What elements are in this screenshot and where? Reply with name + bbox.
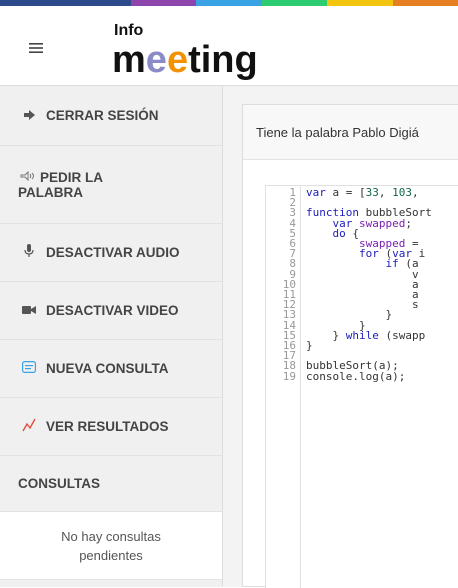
poll-icon [18, 361, 40, 376]
sidebar-item-label: PALABRA [18, 184, 83, 200]
chart-line-icon [18, 418, 40, 435]
code-editor[interactable]: 1 var a = [33, 103, 2 3 function bubbleSort… [265, 185, 458, 588]
microphone-icon [18, 244, 40, 261]
sidebar-item-label: DESACTIVAR AUDIO [46, 245, 180, 260]
speaker-panel: Tiene la palabra Pablo Digiá 1 var a = [3… [242, 104, 458, 588]
sidebar: CERRAR SESIÓN PEDIR LA PALABRA DESACTIVA… [0, 86, 223, 587]
panel-title: Tiene la palabra Pablo Digiá [243, 105, 458, 160]
sidebar-item-line: PEDIR LA [18, 170, 103, 185]
sidebar-item-label: DESACTIVAR VIDEO [46, 303, 179, 318]
code-lines: 1 var a = [33, 103, 2 3 function bubbleSort… [266, 186, 432, 383]
menu-toggle-button[interactable] [22, 36, 50, 60]
consultas-heading: CONSULTAS [0, 456, 222, 512]
top-header: Info meeting [0, 6, 458, 86]
logo-part-ting: ting [188, 39, 258, 81]
code-text: } [306, 339, 313, 353]
logo-part-m: m [112, 39, 146, 81]
code-token: var [306, 186, 326, 199]
sidebar-item-label: VER RESULTADOS [46, 419, 169, 434]
sidebar-item-desactivar-video[interactable]: DESACTIVAR VIDEO [0, 282, 222, 340]
code-token: 33 [365, 186, 379, 199]
sidebar-item-desactivar-audio[interactable]: DESACTIVAR AUDIO [0, 224, 222, 282]
code-token: swapped [359, 216, 406, 230]
sidebar-item-label: NUEVA CONSULTA [46, 361, 169, 376]
line-number: 19 [282, 369, 296, 383]
video-camera-icon [18, 304, 40, 318]
code-text: } while (swapp [306, 328, 426, 342]
consultas-empty-message: No hay consultas pendientes [0, 512, 222, 580]
sidebar-item-label: CERRAR SESIÓN [46, 108, 159, 123]
sidebar-item-nueva-consulta[interactable]: NUEVA CONSULTA [0, 340, 222, 398]
hand-icon [18, 170, 36, 184]
sidebar-item-label: PEDIR LA [40, 169, 104, 185]
app-logo: Info meeting [112, 18, 312, 81]
logo-e-2: e [166, 39, 189, 81]
main-content: Tiene la palabra Pablo Digiá 1 var a = [3… [223, 86, 458, 588]
code-token: 103 [392, 186, 412, 199]
hamburger-icon [29, 43, 43, 53]
sign-out-icon [18, 109, 40, 123]
code-token: while [345, 328, 379, 342]
sidebar-item-ver-resultados[interactable]: VER RESULTADOS [0, 398, 222, 456]
code-text: var a = [33, 103, [306, 186, 426, 199]
code-line: 19 console.log(a); [266, 369, 432, 383]
logo-e-1: e [145, 39, 167, 81]
sidebar-item-pedir-palabra[interactable]: PEDIR LA PALABRA [0, 146, 222, 224]
sidebar-item-cerrar-sesion[interactable]: CERRAR SESIÓN [0, 86, 222, 146]
logo-wordmark: meeting [112, 38, 258, 82]
code-text: console.log(a); [306, 369, 406, 383]
